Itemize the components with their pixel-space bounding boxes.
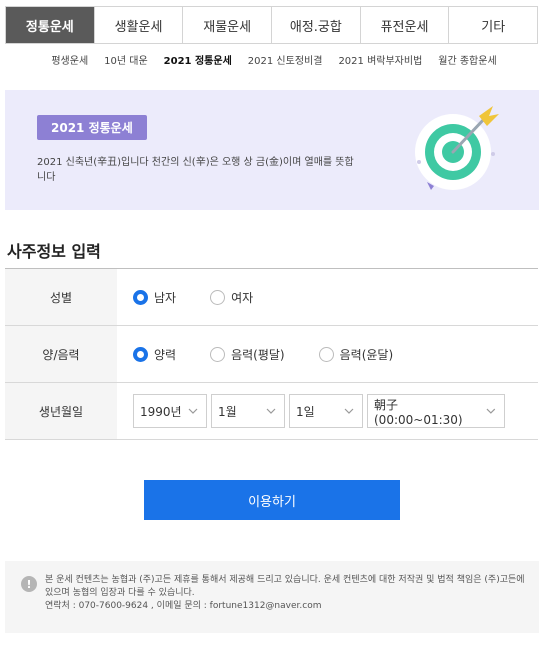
tab-jeongtong[interactable]: 정통운세 (6, 7, 94, 43)
submit-button[interactable]: 이용하기 (144, 480, 400, 520)
calendar-lunar-leap-radio[interactable]: 음력(윤달) (318, 346, 393, 363)
chevron-down-icon (188, 408, 198, 414)
saju-form: 성별 남자 여자 양/음력 양력 음력(평달) 음력(윤달) 생년월일 1990… (5, 268, 538, 440)
calendar-row: 양/음력 양력 음력(평달) 음력(윤달) (5, 326, 538, 383)
radio-checked-icon (133, 346, 148, 362)
radio-unchecked-icon (210, 289, 226, 305)
radio-checked-icon (133, 289, 148, 305)
main-tab-bar: 정통운세 생활운세 재물운세 애정.궁합 퓨전운세 기타 (5, 6, 538, 44)
notice-box: ! 본 운세 컨텐츠는 농협과 (주)고든 제휴를 통해서 제공해 드리고 있습… (5, 561, 539, 633)
gender-label: 성별 (5, 269, 117, 325)
radio-unchecked-icon (210, 346, 226, 362)
birth-year-select[interactable]: 1990년 (133, 394, 207, 428)
tab-fusion[interactable]: 퓨전운세 (359, 7, 449, 43)
birth-label: 생년월일 (5, 383, 117, 439)
subnav-monthly[interactable]: 월간 종합운세 (430, 52, 504, 72)
banner: 2021 정통운세 2021 신축년(辛丑)입니다 천간의 신(辛)은 오행 상… (5, 90, 539, 210)
subnav-10year[interactable]: 10년 대운 (96, 52, 156, 72)
tab-life[interactable]: 생활운세 (93, 7, 183, 43)
notice-contact: 연락처 : 070-7600-9624 , 이메일 문의 : fortune13… (45, 601, 322, 611)
birth-month-select[interactable]: 1월 (211, 394, 285, 428)
calendar-label: 양/음력 (5, 326, 117, 382)
gender-female-radio[interactable]: 여자 (210, 289, 253, 306)
subnav-2021-jeongtong[interactable]: 2021 정통운세 (156, 52, 240, 72)
banner-description: 2021 신축년(辛丑)입니다 천간의 신(辛)은 오행 상 금(金)이며 열매… (37, 157, 354, 183)
birth-day-select[interactable]: 1일 (289, 394, 363, 428)
tab-wealth[interactable]: 재물운세 (182, 7, 272, 43)
gender-row: 성별 남자 여자 (5, 269, 538, 326)
target-icon (415, 106, 499, 190)
tab-love[interactable]: 애정.궁합 (271, 7, 360, 43)
birth-row: 생년월일 1990년 1월 1일 朝子(00:00~01:30) (5, 383, 538, 440)
calendar-lunar-normal-radio[interactable]: 음력(평달) (210, 346, 285, 363)
gender-male-radio[interactable]: 남자 (133, 289, 176, 306)
birth-time-select[interactable]: 朝子(00:00~01:30) (367, 394, 505, 428)
chevron-down-icon (266, 408, 276, 414)
info-icon: ! (21, 576, 37, 592)
sub-navigation: 평생운세 10년 대운 2021 정통운세 2021 신토정비결 2021 벼락… (0, 52, 548, 72)
chevron-down-icon (486, 408, 496, 414)
chevron-down-icon (344, 408, 354, 414)
calendar-solar-radio[interactable]: 양력 (133, 346, 176, 363)
banner-badge: 2021 정통운세 (37, 115, 147, 140)
section-title: 사주정보 입력 (7, 242, 101, 261)
notice-text: 본 운세 컨텐츠는 농협과 (주)고든 제휴를 통해서 제공해 드리고 있습니다… (45, 575, 525, 598)
subnav-2021-tojeong[interactable]: 2021 신토정비결 (240, 52, 331, 72)
tab-etc[interactable]: 기타 (448, 7, 538, 43)
subnav-2021-rich[interactable]: 2021 벼락부자비법 (330, 52, 430, 72)
radio-unchecked-icon (318, 346, 334, 362)
subnav-lifetime[interactable]: 평생운세 (43, 52, 96, 72)
